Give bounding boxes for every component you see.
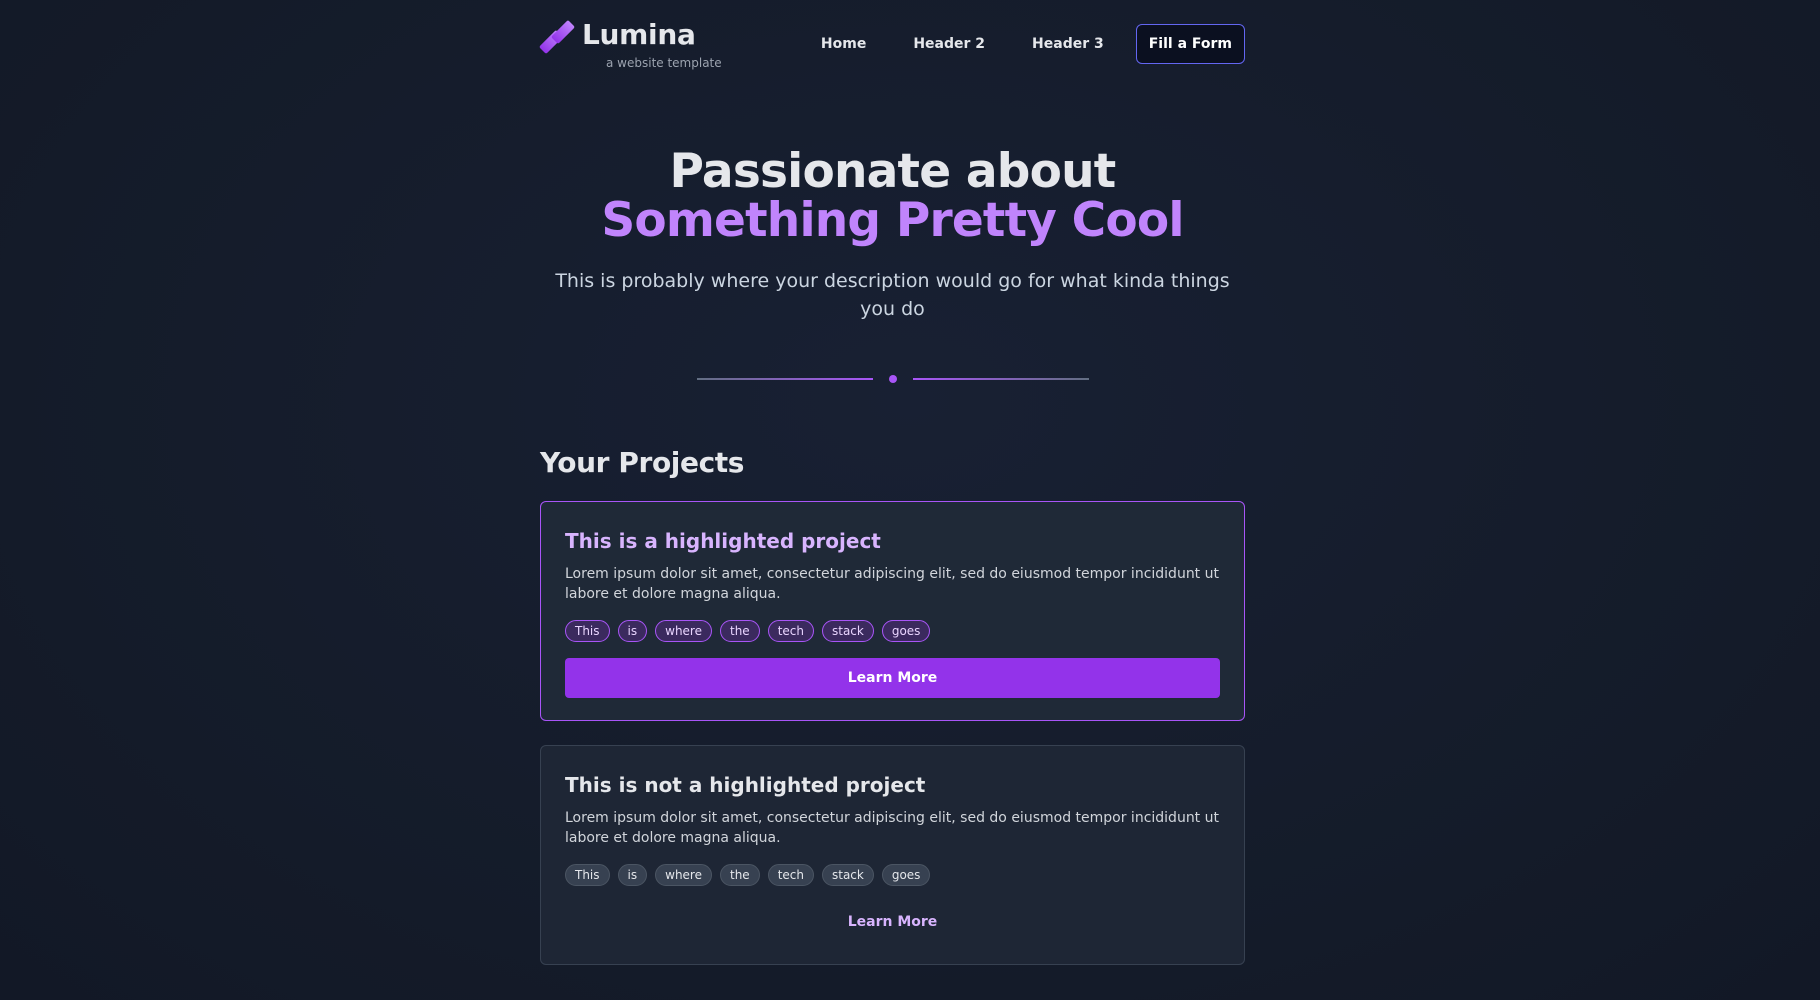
logo-icon	[538, 19, 576, 55]
tech-tag: This	[565, 864, 610, 886]
project-title: This is a highlighted project	[565, 529, 881, 553]
project-description: Lorem ipsum dolor sit amet, consectetur …	[565, 810, 1219, 846]
hero-title-accent: Something Pretty Cool	[601, 193, 1184, 248]
tech-tag: where	[655, 864, 712, 886]
tech-tag: is	[617, 620, 648, 642]
page-container: Lumina a website template Home Header 2 …	[538, 0, 1245, 965]
hero-title: Passionate about Something Pretty Cool	[553, 147, 1233, 245]
section-divider	[540, 369, 1245, 389]
tech-tag: stack	[821, 864, 874, 886]
project-title: This is not a highlighted project	[565, 773, 926, 797]
tech-stack-tags: This is where the tech stack goes	[565, 620, 1220, 642]
main-nav: Home Header 2 Header 3 Fill a Form	[821, 24, 1245, 64]
tech-stack-tags: This is where the tech stack goes	[565, 864, 1220, 886]
tech-tag: This	[565, 620, 610, 642]
learn-more-link[interactable]: Learn More	[565, 902, 1220, 942]
brand-name: Lumina	[582, 18, 696, 51]
fill-form-button[interactable]: Fill a Form	[1135, 24, 1245, 64]
hero-title-plain: Passionate about	[669, 144, 1117, 199]
brand-text: Lumina a website template	[582, 18, 722, 70]
tech-tag: goes	[881, 620, 931, 642]
tech-tag: where	[655, 620, 712, 642]
project-card: This is not a highlighted project Lorem …	[540, 745, 1245, 965]
tech-tag: goes	[881, 864, 931, 886]
projects-title: Your Projects	[540, 446, 745, 479]
divider-line-right	[913, 378, 1089, 380]
nav-link-header-2[interactable]: Header 2	[913, 36, 985, 52]
tech-tag: the	[719, 864, 760, 886]
site-header: Lumina a website template Home Header 2 …	[538, 0, 1245, 90]
nav-link-home[interactable]: Home	[821, 36, 866, 52]
hero: Passionate about Something Pretty Cool T…	[540, 147, 1245, 389]
brand-tagline: a website template	[606, 56, 722, 70]
tech-tag: the	[719, 620, 760, 642]
divider-line-left	[697, 378, 873, 380]
tech-tag: stack	[821, 620, 874, 642]
tech-tag: is	[617, 864, 648, 886]
learn-more-button[interactable]: Learn More	[565, 658, 1220, 698]
projects-section: Your Projects This is a highlighted proj…	[540, 446, 1245, 965]
brand[interactable]: Lumina a website template	[538, 18, 722, 70]
nav-link-header-3[interactable]: Header 3	[1032, 36, 1104, 52]
tech-tag: tech	[767, 620, 814, 642]
project-description: Lorem ipsum dolor sit amet, consectetur …	[565, 566, 1219, 602]
project-card-highlighted: This is a highlighted project Lorem ipsu…	[540, 501, 1245, 721]
divider-dot	[889, 375, 897, 383]
tech-tag: tech	[767, 864, 814, 886]
hero-description: This is probably where your description …	[555, 270, 1230, 320]
